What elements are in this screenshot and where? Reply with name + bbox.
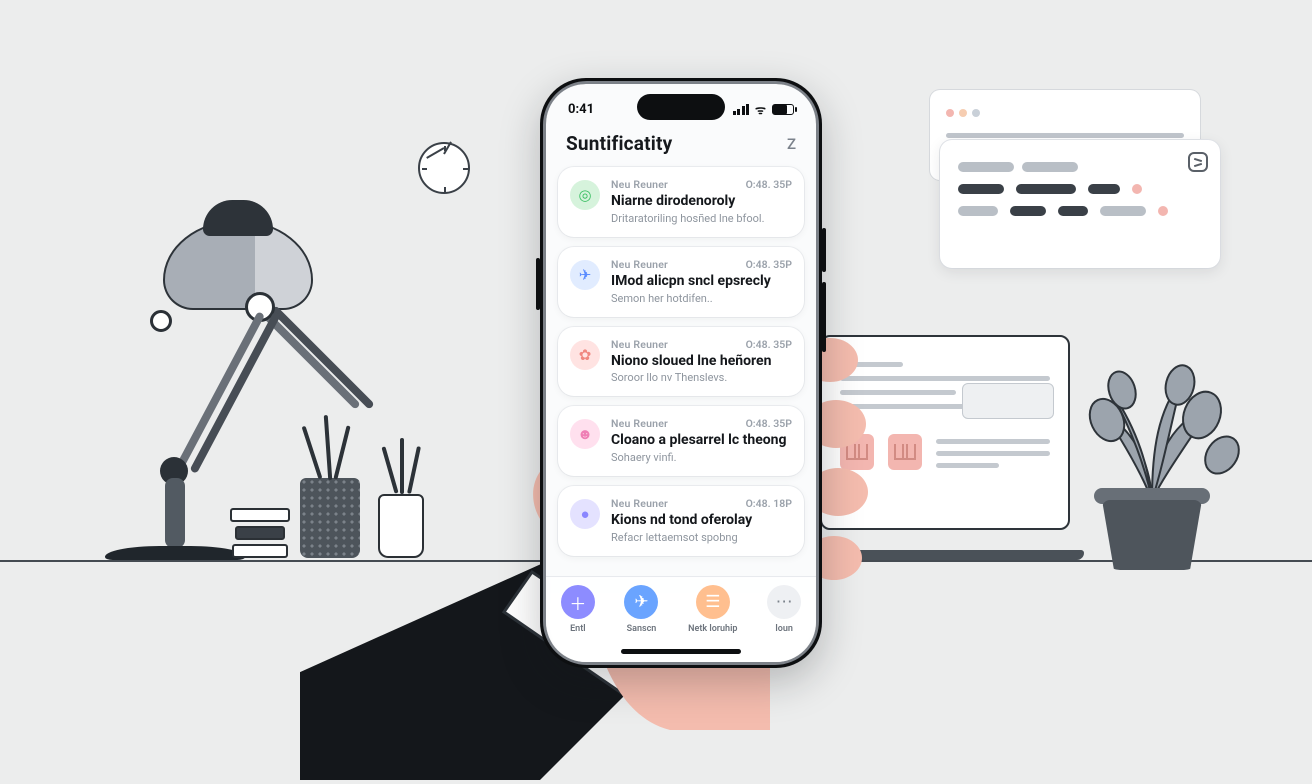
tab-label: loun <box>775 624 792 634</box>
notification-time: O:48. 35P <box>746 338 792 351</box>
wifi-icon: ᯤ <box>755 101 766 118</box>
app-header: Suntificatity Z <box>546 128 816 167</box>
notification-subtitle: Sohaery vinfi. <box>611 451 792 464</box>
notification-card[interactable]: ✿ Neu Reuner O:48. 35P Niono sloued lne heñ… <box>558 327 804 397</box>
tab-icon: ✈ <box>624 585 658 619</box>
app-title: Suntificatity <box>566 132 672 155</box>
notification-card[interactable]: ✈ Neu Reuner O:48. 35P IMod alicpn sncl eps… <box>558 247 804 317</box>
notification-subtitle: Semon her hotdifen.. <box>611 292 792 305</box>
tab-item[interactable]: ⋯ loun <box>767 585 801 634</box>
tab-item[interactable]: ✈ Sanscn <box>624 585 658 634</box>
notification-card[interactable]: ● Neu Reuner O:48. 18P Kions nd tond oferol… <box>558 486 804 556</box>
laptop <box>820 335 1070 560</box>
potted-plant <box>1062 370 1242 570</box>
tab-label: Sanscn <box>627 624 657 634</box>
tab-icon: ⋯ <box>767 585 801 619</box>
notification-card[interactable]: ☻ Neu Reuner O:48. 35P Cloano a plesarrel l… <box>558 406 804 476</box>
notification-title: Kions nd tond oferolay <box>611 512 792 529</box>
tab-item[interactable]: ☰ Netk loruhip <box>688 585 737 634</box>
check-icon <box>1188 152 1208 172</box>
notification-label: Neu Reuner <box>611 338 668 351</box>
notification-time: O:48. 35P <box>746 178 792 191</box>
notification-card[interactable]: ◎ Neu Reuner O:48. 35P Niarne dirodenoroly D… <box>558 167 804 237</box>
notification-icon: ☻ <box>570 419 600 449</box>
notification-title: IMod alicpn sncl epsrecly <box>611 273 792 290</box>
notification-subtitle: Refacr lettaemsot spobng <box>611 531 792 544</box>
header-action[interactable]: Z <box>787 135 796 153</box>
tab-label: Entl <box>570 624 585 634</box>
notification-icon: ✈ <box>570 260 600 290</box>
tab-bar: ＋ Entl ✈ Sanscn ☰ Netk loruhip ⋯ loun <box>546 576 816 662</box>
notification-label: Neu Reuner <box>611 497 668 510</box>
tab-icon: ☰ <box>696 585 730 619</box>
signal-icon <box>733 104 749 115</box>
notification-label: Neu Reuner <box>611 417 668 430</box>
notification-subtitle: Dritaratoriling hosñed lne bfool. <box>611 212 792 225</box>
status-time: 0:41 <box>568 102 594 117</box>
notification-label: Neu Reuner <box>611 178 668 191</box>
wall-clock <box>418 142 470 194</box>
notification-label: Neu Reuner <box>611 258 668 271</box>
notification-icon: ✿ <box>570 340 600 370</box>
notification-title: Niono sloued lne heñoren <box>611 353 792 370</box>
notification-time: O:48. 35P <box>746 417 792 430</box>
tab-label: Netk loruhip <box>688 624 737 634</box>
battery-icon <box>772 104 794 115</box>
home-indicator[interactable] <box>621 649 741 654</box>
pen-holder-small <box>378 494 424 558</box>
notification-icon: ◎ <box>570 180 600 210</box>
notification-subtitle: Soroor llo nv Thenslevs. <box>611 371 792 384</box>
notification-title: Niarne dirodenoroly <box>611 193 792 210</box>
pen-holder <box>300 478 360 558</box>
notification-icon: ● <box>570 499 600 529</box>
notification-time: O:48. 35P <box>746 258 792 271</box>
dynamic-island <box>637 94 725 120</box>
background-window-front <box>940 140 1220 268</box>
phone-screen: 0:41 ᯤ Suntificatity Z ◎ Neu Reuner O:48. … <box>546 84 816 662</box>
tab-item[interactable]: ＋ Entl <box>561 585 595 634</box>
tab-icon: ＋ <box>561 585 595 619</box>
notification-title: Cloano a plesarrel lc theong <box>611 432 792 449</box>
phone-frame: 0:41 ᯤ Suntificatity Z ◎ Neu Reuner O:48. … <box>540 78 822 668</box>
book-stack <box>230 504 290 558</box>
notification-time: O:48. 18P <box>746 497 792 510</box>
